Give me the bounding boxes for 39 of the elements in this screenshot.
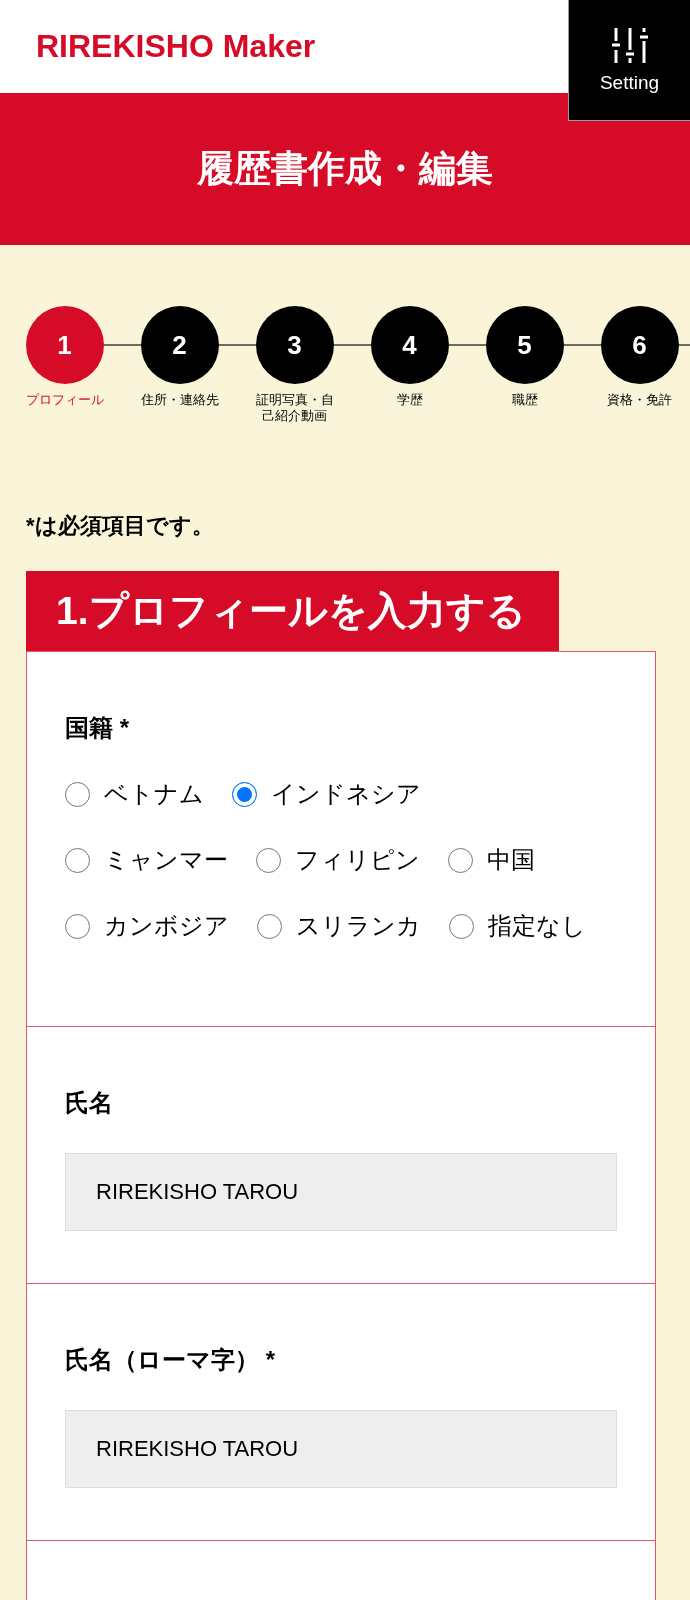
settings-button[interactable]: Setting: [568, 0, 690, 121]
radio-button[interactable]: [256, 847, 281, 873]
radio-button[interactable]: [65, 847, 90, 873]
radio-button[interactable]: [232, 781, 257, 807]
field-label: 氏名（ローマ字） *: [65, 1345, 276, 1375]
sliders-icon: [610, 28, 649, 63]
step-label: 学歴: [396, 392, 423, 409]
logo-text: RIREKISHO Maker: [36, 28, 316, 65]
required-note: *は必須項目です。: [26, 512, 215, 540]
page-title: 履歴書作成・編集: [197, 146, 493, 191]
radio-button[interactable]: [449, 913, 474, 939]
radio-button[interactable]: [65, 781, 90, 807]
radio-option[interactable]: インドネシア: [232, 776, 421, 812]
text-input-field[interactable]: RIREKISHO TAROU: [65, 1410, 617, 1488]
text-input-field[interactable]: RIREKISHO TAROU: [65, 1153, 617, 1231]
radio-option[interactable]: 中国: [448, 842, 535, 878]
step-button[interactable]: 5: [485, 306, 564, 384]
step-label: プロフィール: [25, 392, 104, 409]
radio-option[interactable]: カンボジア: [65, 908, 229, 944]
step-button[interactable]: 2: [140, 306, 219, 384]
field-label: 国籍 *: [65, 713, 130, 743]
step-button[interactable]: 3: [255, 306, 334, 384]
section-heading: 1.プロフィールを入力する: [26, 571, 559, 651]
radio-button[interactable]: [448, 847, 473, 873]
radio-option[interactable]: ミャンマー: [65, 842, 228, 878]
step-label: 職歴: [511, 392, 538, 409]
radio-button[interactable]: [65, 913, 90, 939]
radio-option[interactable]: フィリピン: [256, 842, 420, 878]
step-button[interactable]: 1: [25, 306, 104, 384]
field-label: 氏名: [65, 1088, 114, 1118]
step-button[interactable]: 6: [600, 306, 679, 384]
step-label: 資格・免許: [607, 392, 672, 409]
step-button[interactable]: 4: [370, 306, 449, 384]
radio-option[interactable]: スリランカ: [257, 908, 421, 944]
radio-button[interactable]: [257, 913, 282, 939]
radio-option[interactable]: ベトナム: [65, 776, 204, 812]
step-label: 証明写真・自己紹介動画: [254, 392, 335, 425]
radio-option[interactable]: 指定なし: [449, 908, 586, 944]
step-label: 住所・連絡先: [140, 392, 219, 409]
